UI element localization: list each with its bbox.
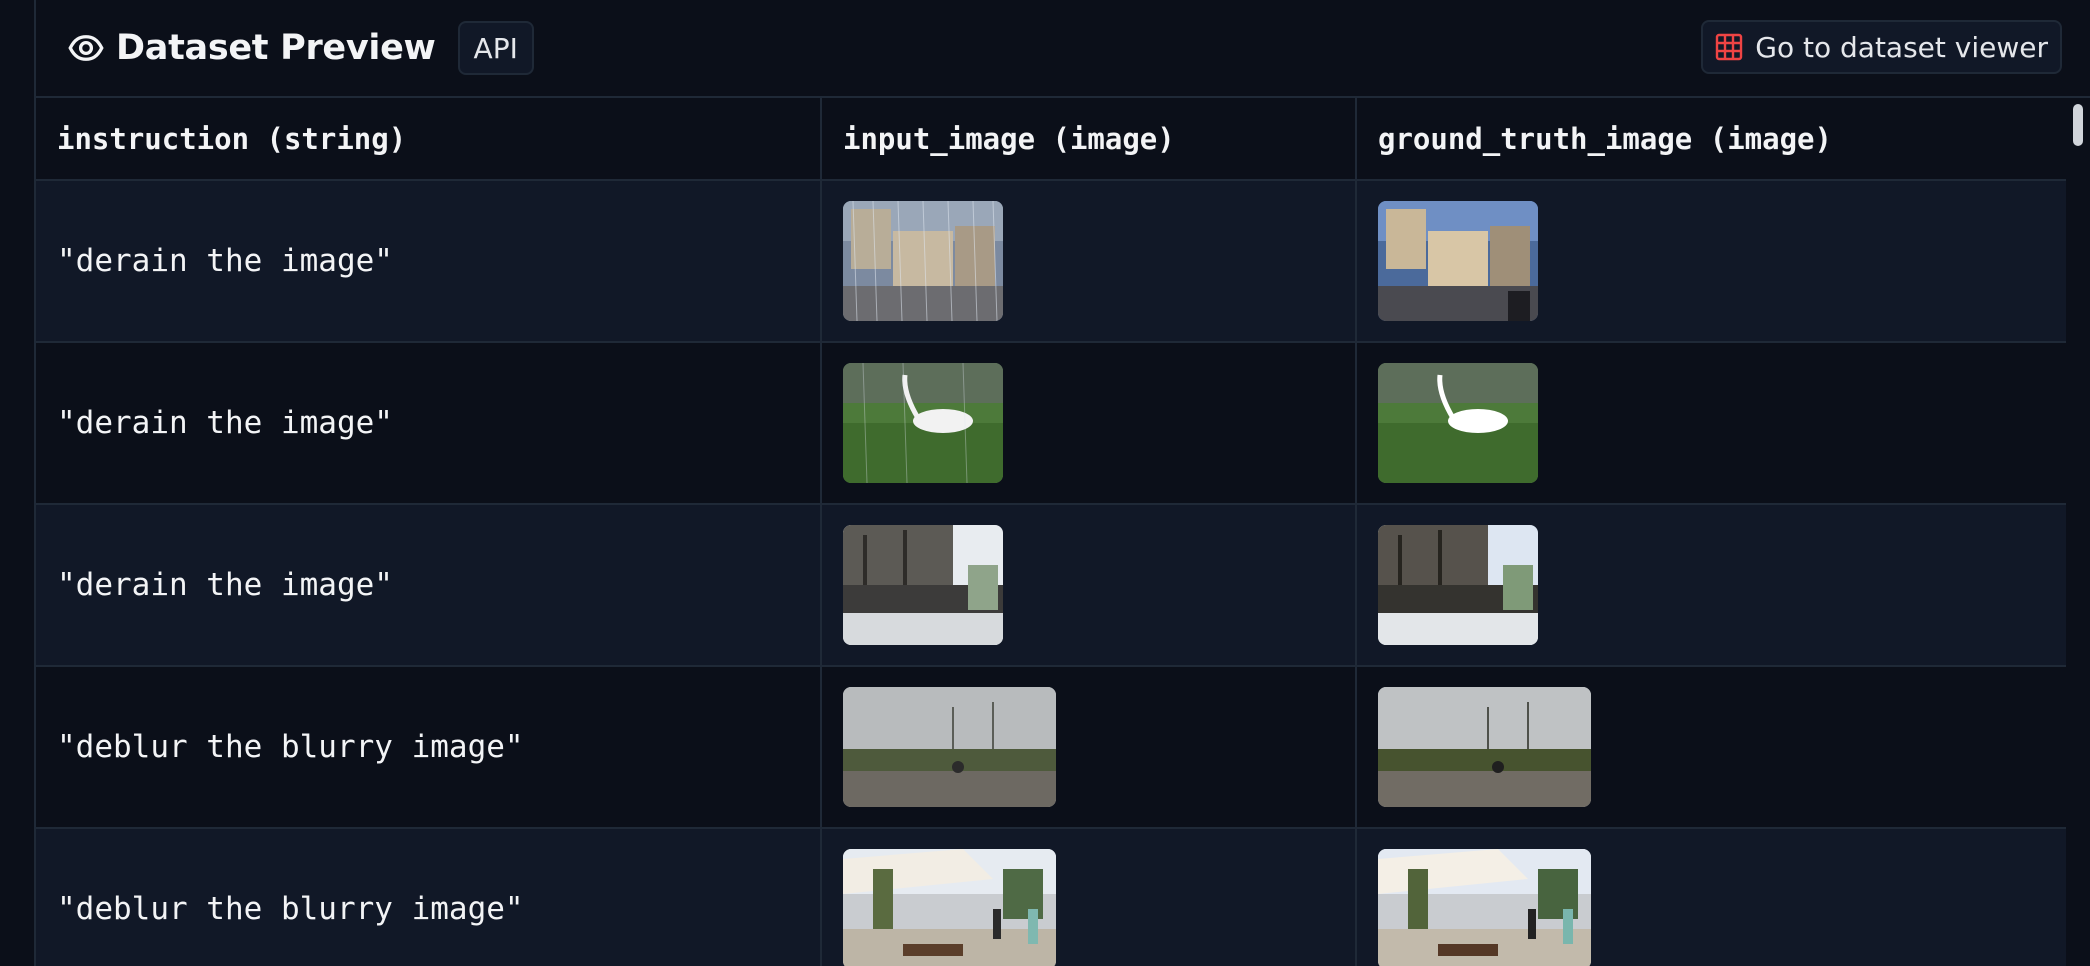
input-image-thumbnail[interactable]	[843, 687, 1056, 807]
viewer-button-label: Go to dataset viewer	[1755, 30, 2048, 64]
input-image-cell	[821, 666, 1357, 828]
input-image-thumbnail[interactable]	[843, 849, 1056, 966]
ground-truth-image-cell	[1356, 828, 2066, 966]
grid-icon	[1715, 33, 1743, 61]
column-header-ground-truth-image[interactable]: ground_truth_image (image)	[1356, 98, 2066, 180]
ground-truth-image-cell	[1356, 180, 2066, 342]
instruction-cell: "deblur the blurry image"	[36, 828, 822, 966]
preview-header: Dataset Preview API Go to dataset viewer	[36, 0, 2090, 98]
table-row[interactable]: "derain the image"	[36, 180, 2066, 342]
page-title: Dataset Preview	[116, 28, 436, 68]
column-header-input-image[interactable]: input_image (image)	[821, 98, 1357, 180]
input-image-cell	[821, 504, 1357, 666]
input-image-cell	[821, 828, 1357, 966]
table-header-row: instruction (string) input_image (image)…	[36, 98, 2066, 180]
table-row[interactable]: "deblur the blurry image"	[36, 666, 2066, 828]
ground-truth-image-thumbnail[interactable]	[1378, 363, 1538, 483]
eye-icon	[68, 30, 104, 66]
api-button[interactable]: API	[457, 21, 534, 75]
table-row[interactable]: "derain the image"	[36, 342, 2066, 504]
input-image-cell	[821, 342, 1357, 504]
instruction-cell: "derain the image"	[36, 180, 822, 342]
dataset-table-container: instruction (string) input_image (image)…	[36, 98, 2066, 966]
dataset-table: instruction (string) input_image (image)…	[36, 98, 2066, 966]
scrollbar-thumb[interactable]	[2073, 104, 2083, 146]
ground-truth-image-thumbnail[interactable]	[1378, 687, 1591, 807]
ground-truth-image-cell	[1356, 504, 2066, 666]
left-gutter	[0, 0, 36, 966]
instruction-cell: "deblur the blurry image"	[36, 666, 822, 828]
instruction-cell: "derain the image"	[36, 504, 822, 666]
ground-truth-image-thumbnail[interactable]	[1378, 201, 1538, 321]
ground-truth-image-cell	[1356, 666, 2066, 828]
table-row[interactable]: "deblur the blurry image"	[36, 828, 2066, 966]
header-title: Dataset Preview	[68, 28, 436, 68]
instruction-cell: "derain the image"	[36, 342, 822, 504]
table-scrollbar[interactable]	[2066, 98, 2090, 966]
input-image-cell	[821, 180, 1357, 342]
go-to-dataset-viewer-button[interactable]: Go to dataset viewer	[1701, 20, 2062, 74]
input-image-thumbnail[interactable]	[843, 525, 1003, 645]
table-row[interactable]: "derain the image"	[36, 504, 2066, 666]
column-header-instruction[interactable]: instruction (string)	[36, 98, 822, 180]
ground-truth-image-thumbnail[interactable]	[1378, 849, 1591, 966]
ground-truth-image-thumbnail[interactable]	[1378, 525, 1538, 645]
input-image-thumbnail[interactable]	[843, 201, 1003, 321]
input-image-thumbnail[interactable]	[843, 363, 1003, 483]
ground-truth-image-cell	[1356, 342, 2066, 504]
dataset-preview-panel: Dataset Preview API Go to dataset viewer	[36, 0, 2090, 966]
